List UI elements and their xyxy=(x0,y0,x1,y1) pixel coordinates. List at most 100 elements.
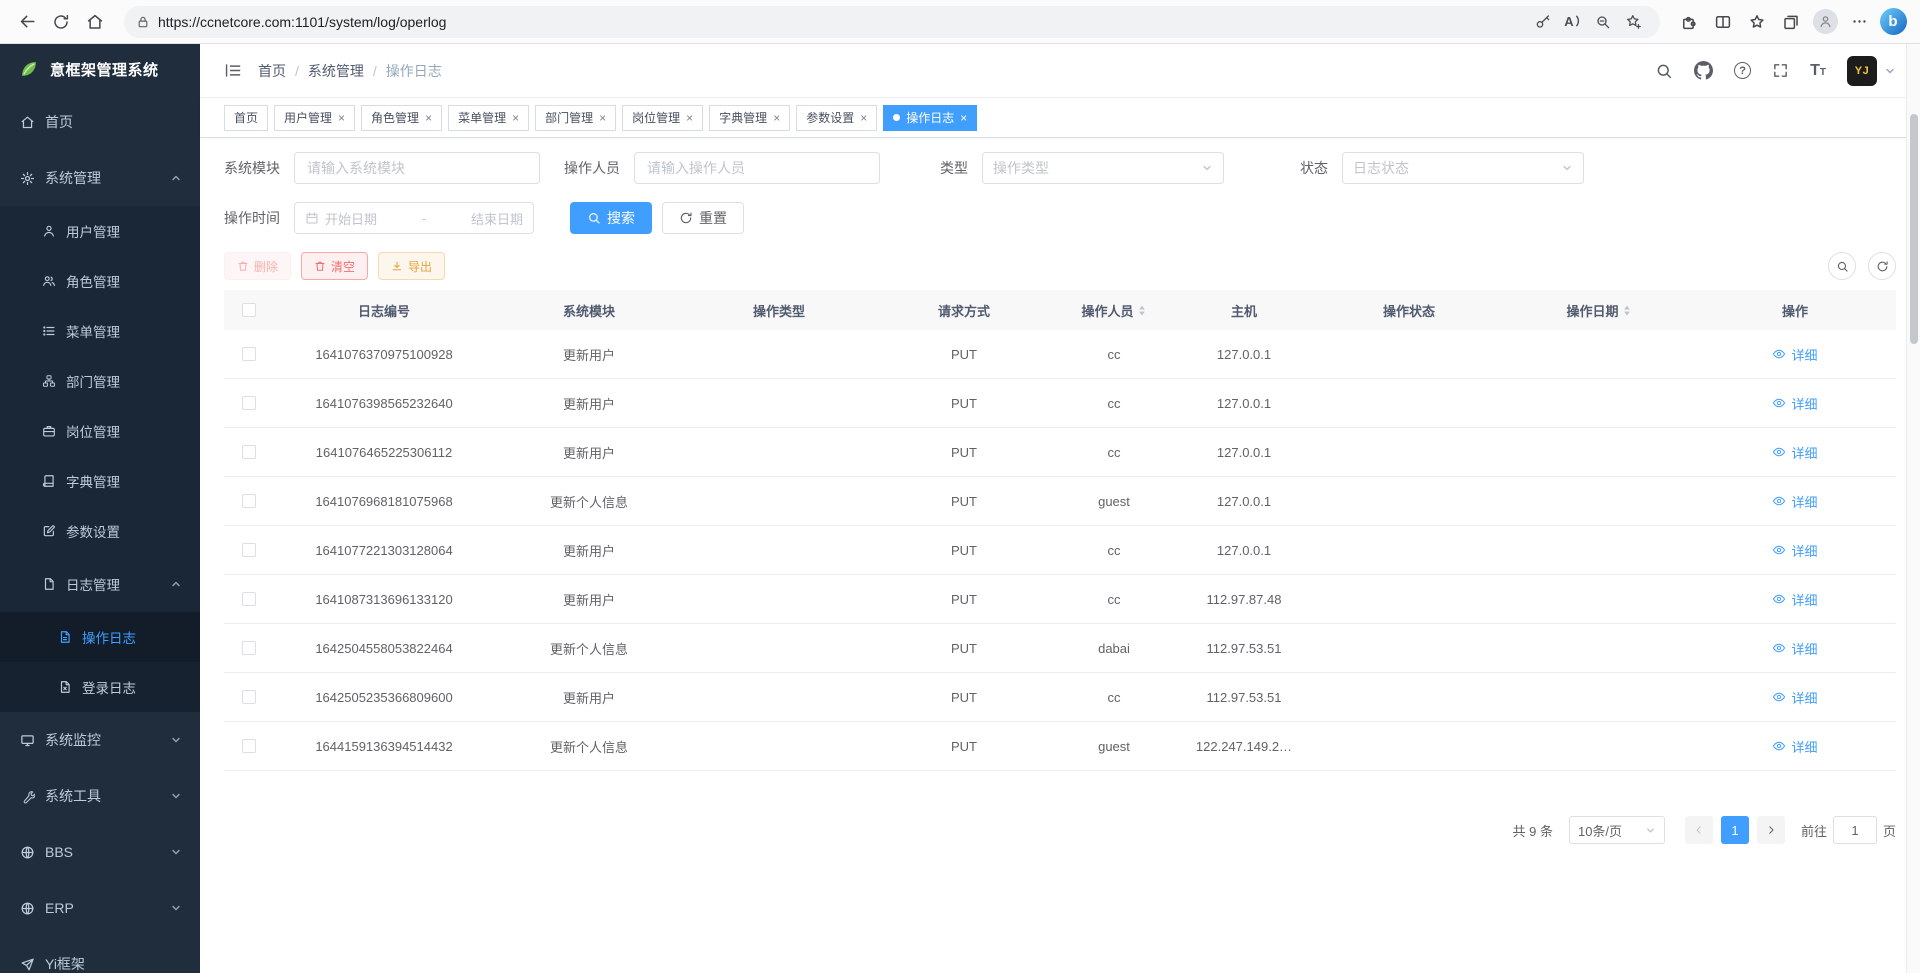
tab-user-mgmt[interactable]: 用户管理× xyxy=(274,105,355,131)
tab-home[interactable]: 首页 xyxy=(224,105,268,131)
detail-link[interactable]: 详细 xyxy=(1772,590,1817,609)
row-checkbox[interactable] xyxy=(242,396,256,410)
bing-button[interactable]: b xyxy=(1876,5,1910,39)
goto-input[interactable] xyxy=(1833,816,1877,844)
close-icon[interactable]: × xyxy=(338,112,345,124)
read-aloud-button[interactable]: A xyxy=(1558,9,1588,35)
sort-carets-icon[interactable] xyxy=(1137,302,1147,319)
sidebar-item-menu-mgmt[interactable]: 菜单管理 xyxy=(0,306,200,356)
sidebar-item-erp[interactable]: ERP xyxy=(0,880,200,936)
sidebar-item-system-mgmt[interactable]: 系统管理 xyxy=(0,150,200,206)
sidebar-item-yi-framework[interactable]: Yi框架 xyxy=(0,936,200,973)
browser-profile-button[interactable] xyxy=(1808,5,1842,39)
page-number-1[interactable]: 1 xyxy=(1721,816,1749,844)
close-icon[interactable]: × xyxy=(425,112,432,124)
detail-link[interactable]: 详细 xyxy=(1772,639,1817,658)
row-checkbox[interactable] xyxy=(242,690,256,704)
page-scrollbar[interactable] xyxy=(1906,44,1920,973)
tab-menu-mgmt[interactable]: 菜单管理× xyxy=(448,105,529,131)
module-input[interactable] xyxy=(294,152,540,184)
close-icon[interactable]: × xyxy=(960,112,967,124)
sidebar-item-system-monitor[interactable]: 系统监控 xyxy=(0,712,200,768)
type-select[interactable]: 操作类型 xyxy=(982,152,1224,184)
table-refresh-button[interactable] xyxy=(1868,252,1896,280)
table-search-toggle-button[interactable] xyxy=(1828,252,1856,280)
detail-link[interactable]: 详细 xyxy=(1772,394,1817,413)
row-checkbox[interactable] xyxy=(242,641,256,655)
sidebar-item-param-settings[interactable]: 参数设置 xyxy=(0,506,200,556)
select-all-checkbox[interactable] xyxy=(242,303,256,317)
row-checkbox[interactable] xyxy=(242,592,256,606)
column-header-date[interactable]: 操作日期 xyxy=(1504,290,1694,330)
close-icon[interactable]: × xyxy=(686,112,693,124)
extensions-button[interactable] xyxy=(1672,5,1706,39)
close-icon[interactable]: × xyxy=(599,112,606,124)
collections-button[interactable] xyxy=(1774,5,1808,39)
browser-back-button[interactable] xyxy=(10,5,44,39)
browser-settings-button[interactable] xyxy=(1842,5,1876,39)
detail-link[interactable]: 详细 xyxy=(1772,443,1817,462)
sort-carets-icon[interactable] xyxy=(1622,302,1632,319)
prev-page-button[interactable] xyxy=(1685,816,1713,844)
row-checkbox[interactable] xyxy=(242,739,256,753)
row-checkbox[interactable] xyxy=(242,543,256,557)
sidebar-item-oper-log[interactable]: 操作日志 xyxy=(0,612,200,662)
operator-input[interactable] xyxy=(634,152,880,184)
reset-button[interactable]: 重置 xyxy=(662,202,744,234)
close-icon[interactable]: × xyxy=(512,112,519,124)
header-search-button[interactable] xyxy=(1655,62,1673,80)
row-checkbox[interactable] xyxy=(242,445,256,459)
sidebar-item-login-log[interactable]: 登录日志 xyxy=(0,662,200,712)
tab-dept-mgmt[interactable]: 部门管理× xyxy=(535,105,616,131)
help-button[interactable]: ? xyxy=(1734,62,1751,79)
font-size-button[interactable]: TT xyxy=(1810,63,1826,79)
next-page-button[interactable] xyxy=(1757,816,1785,844)
sidebar-item-dict-mgmt[interactable]: 字典管理 xyxy=(0,456,200,506)
sidebar-item-dept-mgmt[interactable]: 部门管理 xyxy=(0,356,200,406)
export-button[interactable]: 导出 xyxy=(378,252,445,280)
browser-home-button[interactable] xyxy=(78,5,112,39)
sidebar-item-user-mgmt[interactable]: 用户管理 xyxy=(0,206,200,256)
tab-dict-mgmt[interactable]: 字典管理× xyxy=(709,105,790,131)
search-button[interactable]: 搜索 xyxy=(570,202,652,234)
split-screen-button[interactable] xyxy=(1706,5,1740,39)
sidebar-item-log-mgmt[interactable]: 日志管理 xyxy=(0,556,200,612)
tab-role-mgmt[interactable]: 角色管理× xyxy=(361,105,442,131)
breadcrumb-item-system-mgmt[interactable]: 系统管理 xyxy=(308,61,364,81)
sidebar-item-home[interactable]: 首页 xyxy=(0,94,200,150)
close-icon[interactable]: × xyxy=(773,112,780,124)
tab-param-settings[interactable]: 参数设置× xyxy=(796,105,877,131)
delete-button[interactable]: 删除 xyxy=(224,252,291,280)
fullscreen-button[interactable] xyxy=(1772,62,1789,79)
detail-link[interactable]: 详细 xyxy=(1772,737,1817,756)
sidebar-toggle-button[interactable] xyxy=(214,53,250,89)
page-size-select[interactable]: 10条/页 xyxy=(1569,816,1665,844)
detail-link[interactable]: 详细 xyxy=(1772,345,1817,364)
tab-post-mgmt[interactable]: 岗位管理× xyxy=(622,105,703,131)
detail-link[interactable]: 详细 xyxy=(1772,492,1817,511)
add-favorite-button[interactable] xyxy=(1618,9,1648,35)
column-header-operator[interactable]: 操作人员 xyxy=(1054,290,1174,330)
address-bar[interactable]: https://ccnetcore.com:1101/system/log/op… xyxy=(124,6,1660,38)
row-checkbox[interactable] xyxy=(242,494,256,508)
sidebar-item-system-tools[interactable]: 系统工具 xyxy=(0,768,200,824)
detail-link[interactable]: 详细 xyxy=(1772,688,1817,707)
row-checkbox[interactable] xyxy=(242,347,256,361)
close-icon[interactable]: × xyxy=(860,112,867,124)
favorites-button[interactable] xyxy=(1740,5,1774,39)
user-avatar[interactable]: YJ xyxy=(1847,56,1896,86)
password-key-button[interactable] xyxy=(1528,9,1558,35)
tab-oper-log[interactable]: 操作日志× xyxy=(883,105,977,131)
sidebar-item-bbs[interactable]: BBS xyxy=(0,824,200,880)
status-select[interactable]: 日志状态 xyxy=(1342,152,1584,184)
zoom-out-button[interactable] xyxy=(1588,9,1618,35)
clear-button[interactable]: 清空 xyxy=(301,252,368,280)
detail-link[interactable]: 详细 xyxy=(1772,541,1817,560)
scrollbar-thumb[interactable] xyxy=(1910,114,1918,344)
breadcrumb-item-home[interactable]: 首页 xyxy=(258,61,286,81)
sidebar-item-post-mgmt[interactable]: 岗位管理 xyxy=(0,406,200,456)
browser-refresh-button[interactable] xyxy=(44,5,78,39)
github-button[interactable] xyxy=(1694,61,1713,80)
sidebar-item-role-mgmt[interactable]: 角色管理 xyxy=(0,256,200,306)
date-range-input[interactable]: 开始日期 - 结束日期 xyxy=(294,202,534,234)
